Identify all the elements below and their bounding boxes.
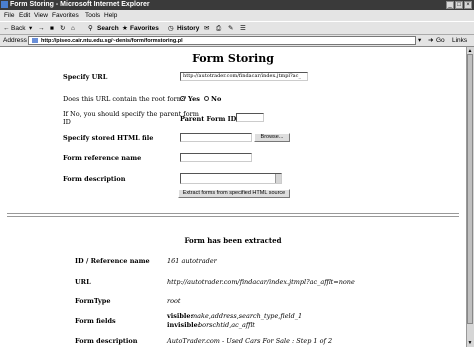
go-button[interactable]: Go bbox=[436, 35, 445, 46]
no-label: No bbox=[211, 95, 222, 103]
address-url: http://piseo.cair.ntu.edu.sg/~denis/form… bbox=[41, 38, 183, 44]
page-content: Form Storing Specify URL http://autotrad… bbox=[0, 47, 466, 347]
result-visible-key: visible: bbox=[167, 312, 193, 320]
result-value-description: AutoTrader.com - Used Cars For Sale : St… bbox=[167, 337, 333, 345]
links-button[interactable]: Links bbox=[452, 35, 467, 46]
ie-logo-icon bbox=[1, 1, 8, 8]
browse-button[interactable]: Browse... bbox=[254, 133, 290, 142]
back-arrow-icon: ← bbox=[3, 25, 10, 32]
history-icon: ◷ bbox=[168, 25, 174, 32]
specify-url-input[interactable]: http://autotrader.com/findacar/index.jtm… bbox=[180, 72, 308, 81]
go-arrow-icon: ➜ bbox=[428, 37, 434, 44]
form-description-label: Form description bbox=[63, 175, 126, 183]
result-visible-value: make,address,search_type,field_1 bbox=[191, 312, 303, 320]
extract-forms-button[interactable]: Extract forms from specified HTML source bbox=[178, 189, 290, 198]
menu-view[interactable]: View bbox=[34, 10, 48, 21]
result-heading: Form has been extracted bbox=[184, 236, 282, 245]
page-heading: Form Storing bbox=[192, 52, 274, 65]
menu-favorites[interactable]: Favorites bbox=[52, 10, 79, 21]
result-value-id: 161 autotrader bbox=[167, 257, 217, 265]
favorites-icon: ★ bbox=[122, 25, 128, 32]
menu-tools[interactable]: Tools bbox=[85, 10, 100, 21]
minimize-button[interactable]: _ bbox=[446, 1, 454, 9]
discuss-icon[interactable]: ☰ bbox=[240, 22, 246, 35]
result-invisible-value: borschtid,ac_afflt bbox=[198, 321, 255, 329]
home-icon[interactable]: ⌂ bbox=[71, 22, 75, 35]
yes-radio[interactable] bbox=[180, 96, 185, 101]
window-title: Form Storing - Microsoft Internet Explor… bbox=[10, 1, 150, 8]
menu-help[interactable]: Help bbox=[104, 10, 117, 21]
form-description-textarea[interactable] bbox=[180, 173, 282, 184]
reference-name-label: Form reference name bbox=[63, 154, 142, 162]
stop-icon[interactable]: ■ bbox=[50, 22, 54, 35]
menu-edit[interactable]: Edit bbox=[19, 10, 30, 21]
result-label-fields: Form fields bbox=[75, 317, 116, 325]
scrollbar-thumb[interactable] bbox=[467, 54, 473, 324]
menu-file[interactable]: File bbox=[4, 10, 14, 21]
no-radio[interactable] bbox=[204, 96, 209, 101]
address-dropdown-icon[interactable]: ▾ bbox=[418, 35, 421, 46]
result-label-formtype: FormType bbox=[75, 297, 111, 305]
parent-form-id-input[interactable] bbox=[236, 113, 264, 122]
divider-top bbox=[7, 213, 459, 214]
edit-icon[interactable]: ✎ bbox=[228, 22, 233, 35]
refresh-icon[interactable]: ↻ bbox=[60, 22, 65, 35]
specify-url-value: http://autotrader.com/findacar/index.jtm… bbox=[183, 73, 301, 79]
scroll-down-icon[interactable]: ▼ bbox=[467, 340, 473, 346]
result-invisible-key: invisible: bbox=[167, 321, 201, 329]
page-icon bbox=[32, 38, 38, 43]
address-label: Address bbox=[3, 37, 27, 44]
result-value-formtype: root bbox=[167, 297, 181, 305]
stored-html-input[interactable] bbox=[180, 133, 252, 142]
specify-url-label: Specify URL bbox=[63, 73, 108, 81]
result-label-id: ID / Reference name bbox=[75, 257, 150, 265]
forward-icon[interactable]: → bbox=[38, 22, 45, 35]
title-bar: Form Storing - Microsoft Internet Explor… bbox=[0, 0, 474, 10]
back-button[interactable]: Back bbox=[11, 22, 25, 35]
result-value-url: http://autotrader.com/findacar/index.jtm… bbox=[167, 278, 355, 286]
menu-bar: File Edit View Favorites Tools Help bbox=[0, 10, 474, 21]
textarea-scrollbar[interactable] bbox=[275, 174, 281, 183]
maximize-button[interactable]: □ bbox=[455, 1, 463, 9]
reference-name-input[interactable] bbox=[180, 153, 252, 162]
search-icon: ⚲ bbox=[88, 25, 93, 32]
toolbar: ← Back ▾ → ■ ↻ ⌂ ⚲ Search ★ Favorites ◷ … bbox=[0, 21, 474, 35]
if-no-text-line2: ID bbox=[63, 118, 71, 126]
if-no-text-line1: If No, you should specify the parent for… bbox=[63, 110, 199, 118]
close-button[interactable]: × bbox=[464, 1, 472, 9]
result-label-description: Form description bbox=[75, 337, 138, 345]
dropdown-arrow-icon[interactable]: ▾ bbox=[29, 22, 32, 35]
print-icon[interactable]: ⎙ bbox=[216, 22, 221, 35]
divider-bottom bbox=[7, 216, 459, 217]
result-label-url: URL bbox=[75, 278, 91, 286]
stored-html-label: Specify stored HTML file bbox=[63, 134, 154, 142]
history-button[interactable]: History bbox=[177, 22, 199, 35]
yes-label: Yes bbox=[188, 95, 200, 103]
root-form-question: Does this URL contain the root form? bbox=[63, 95, 187, 103]
mail-icon[interactable]: ✉ bbox=[204, 22, 209, 35]
address-bar: Address http://piseo.cair.ntu.edu.sg/~de… bbox=[0, 35, 474, 47]
favorites-button[interactable]: Favorites bbox=[130, 22, 159, 35]
search-button[interactable]: Search bbox=[97, 22, 119, 35]
address-input[interactable]: http://piseo.cair.ntu.edu.sg/~denis/form… bbox=[28, 36, 416, 45]
parent-form-id-label: Parent Form ID bbox=[180, 115, 237, 123]
